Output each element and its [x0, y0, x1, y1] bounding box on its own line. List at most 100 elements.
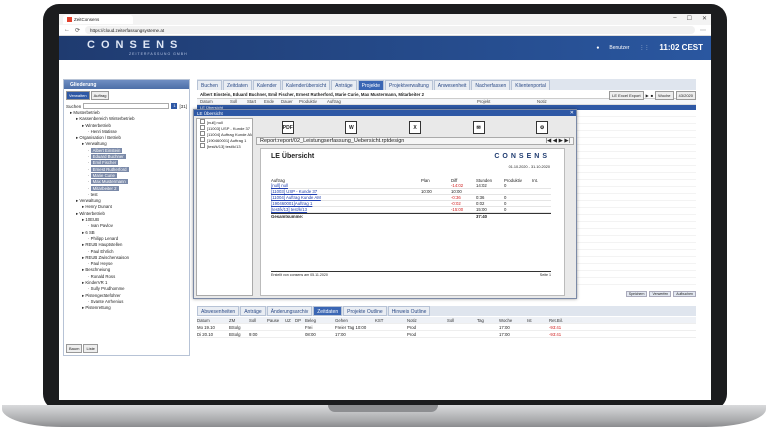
table-cell: 17:00 [499, 331, 510, 337]
info-icon[interactable]: ● [596, 45, 599, 51]
minimize-icon[interactable]: – [673, 15, 676, 22]
user-menu[interactable]: Benutzer [609, 45, 629, 51]
report-header-cell: Plan [421, 177, 430, 183]
browser-tabbar: ZeitConsens – ☐ ✕ [59, 14, 711, 25]
report-cell: -0:36 [451, 195, 461, 200]
report-cell: 0 [504, 201, 507, 206]
table-cell: Prod [407, 331, 417, 337]
tab-verwalten[interactable]: Verwalten [66, 91, 90, 100]
bottom-tab[interactable]: Zeitdaten [313, 306, 343, 316]
play-icon[interactable]: ▶ [646, 93, 649, 98]
tree-item-label: Ernest Rutherford [90, 166, 129, 172]
report-cell: 10:00 [451, 189, 462, 194]
modal-close-icon[interactable]: ✕ [570, 110, 574, 116]
discard-button[interactable]: Verwerfen [649, 291, 672, 297]
menu-icon[interactable]: ⋯ [700, 27, 706, 34]
stop-icon[interactable]: ■ [651, 93, 653, 98]
column-header: Datum [200, 99, 213, 104]
tree-item-label: test [90, 191, 98, 197]
week-input[interactable]: 43/2020 [675, 91, 696, 100]
tab-buchen[interactable]: Buchen [197, 80, 222, 90]
close-icon[interactable]: ✕ [702, 15, 707, 22]
tree-item-label: Pistengeräteführer [85, 292, 121, 298]
table-cell: 08:00 [305, 331, 316, 337]
column-header: Start [247, 99, 257, 104]
report-modal: LE Übersicht ✕ [null] null [11003] USP - … [193, 109, 577, 299]
report-cell: 0 [504, 195, 507, 200]
export-select[interactable]: LE Excel Export [609, 91, 644, 100]
bottom-tab[interactable]: Abwesenheiten [197, 306, 240, 316]
report-cell: 0:36 [476, 195, 485, 200]
list-view-button[interactable]: Liste [83, 344, 98, 353]
tab-auftrag[interactable]: Auftrag [90, 91, 110, 100]
bottom-tab[interactable]: Änderungsarchiv [266, 306, 313, 316]
tree-item[interactable]: ▸ Pistenrettung [70, 305, 189, 311]
tab-zeitdaten[interactable]: Zeitdaten [222, 80, 252, 90]
total-label: Gesamtsumme: [271, 214, 304, 219]
tree-item-label: Eduard Buchner [90, 154, 126, 160]
browser-tab[interactable]: ZeitConsens [63, 15, 133, 24]
search-count: [31] [179, 103, 187, 109]
total-value: 37:40 [476, 214, 487, 219]
search-input[interactable] [83, 103, 170, 109]
bottom-tabs: Abwesenheiten Anträge Änderungsarchiv Zeitd… [197, 306, 696, 316]
week-select[interactable]: Woche [655, 91, 674, 100]
tab-kalender[interactable]: Kalender [252, 80, 281, 90]
outline-tabs: Verwalten Auftrag [64, 89, 189, 102]
table-cell: -93:41 [549, 331, 562, 337]
book-button[interactable]: Aufbuchen [673, 291, 696, 297]
table-cell: BSolg [229, 331, 241, 337]
bottom-tab[interactable]: Projekte Outline [343, 306, 387, 316]
order-item[interactable]: [test/k/13] test/k/13 [197, 143, 252, 149]
tree-item-label: Ivan Pavlov [90, 223, 113, 229]
table-header-cell: Notiz [407, 317, 417, 323]
url-input[interactable]: https://cloud.zeiterfassungsysteme.at [85, 26, 695, 34]
table-header-cell: Datum [197, 317, 210, 323]
tab-projektverwaltung[interactable]: Projektverwaltung [385, 80, 433, 90]
outline-search: Suchen 1 [31] [64, 102, 189, 110]
tab-projekte[interactable]: Projekte [357, 80, 385, 90]
refresh-icon[interactable]: ⟳ [75, 27, 80, 34]
maximize-icon[interactable]: ☐ [687, 15, 692, 22]
modal-order-list: [null] null [11003] USP - Kunde 37 [11004]… [196, 118, 253, 296]
save-button[interactable]: Speichern [625, 291, 648, 297]
word-icon[interactable]: W [345, 120, 358, 134]
bottom-tab[interactable]: Anträge [240, 306, 266, 316]
apps-icon[interactable]: ⋮⋮ [639, 45, 649, 51]
tree-item-label: Henry Dunant [85, 204, 112, 210]
tab-anwesenheit[interactable]: Anwesenheit [433, 80, 471, 90]
report-header-cell: Diff [451, 177, 458, 183]
tree-view-button[interactable]: Baum [66, 344, 83, 353]
pdf-icon[interactable]: PDF [281, 120, 294, 134]
tab-nacherfassen[interactable]: Nacherfassen [471, 80, 511, 90]
report-cell: [11004] Auftrag Kunde AM [271, 195, 321, 200]
report-cell: 14:02 [476, 183, 487, 188]
tree-item-label: REUB Hauptstellen [85, 242, 123, 248]
outline-panel: Gliederung Verwalten Auftrag Suchen 1 [3… [63, 79, 190, 356]
tree-item-label: Paul Ehrlich [90, 248, 114, 254]
report-header-cell: Stunden [476, 177, 493, 183]
tab-kalenderübersicht[interactable]: Kalenderübersicht [281, 80, 331, 90]
tree-item-label: Verwaltung [79, 198, 101, 204]
tab-anträge[interactable]: Anträge [331, 80, 357, 90]
tree-item-label: Mitarbeiter 2 [90, 185, 119, 191]
back-icon[interactable]: ← [64, 27, 70, 33]
report-logo: CONSENS [494, 153, 550, 160]
mail-icon[interactable]: ✉ [472, 120, 485, 134]
tree-item-label: Musterbetrieb [73, 110, 100, 115]
report-total-row: Gesamtsumme: 37:40 [271, 213, 551, 219]
column-header: Ende [264, 99, 275, 104]
excel-icon[interactable]: X [408, 120, 421, 134]
bottom-tab[interactable]: Hinweis Outline [387, 306, 431, 316]
tree-item-label: Henri Matisse [90, 128, 117, 134]
tree-item-label: Organisation / Betrieb [79, 135, 121, 141]
page-nav-icon[interactable]: |◀ ◀ ▶ ▶| [546, 138, 570, 144]
table-cell: 17:00 [335, 331, 346, 337]
search-button[interactable]: 1 [171, 103, 178, 109]
table-row[interactable]: Di 20.10 BSolg 9:00 08:00 17:00 Prod 17:00 -93:… [197, 331, 696, 338]
gear-icon[interactable]: ⚙ [536, 120, 549, 134]
tree-item-label: Beschneiung [85, 267, 111, 273]
table-row[interactable]: Mo 19.10 BSolg Frei Freier Tag 10:00 Prod 17:… [197, 324, 696, 331]
tab-klientenportal[interactable]: Klientenportal [511, 80, 550, 90]
clock: 11:02 CEST [659, 43, 703, 52]
